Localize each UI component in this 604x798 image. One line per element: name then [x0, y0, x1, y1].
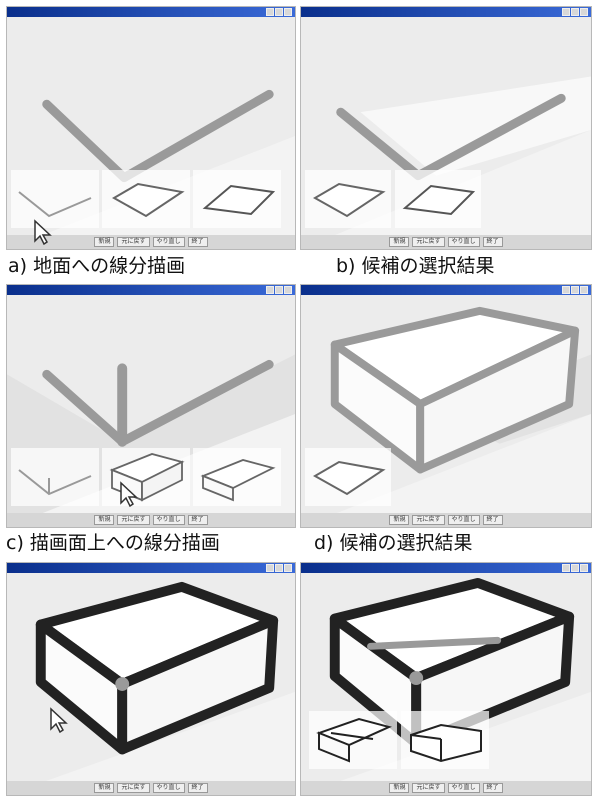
new-button[interactable]: 新規 — [94, 783, 115, 793]
candidate-thumbnail[interactable] — [102, 448, 190, 506]
new-button[interactable]: 新規 — [94, 237, 115, 247]
toolbar: 新規 元に戻す やり直し 終了 — [301, 235, 591, 249]
title-bar[interactable] — [301, 563, 591, 573]
undo-button[interactable]: 元に戻す — [412, 515, 445, 525]
candidate-thumbnail[interactable] — [395, 170, 481, 228]
exit-button[interactable]: 終了 — [482, 783, 503, 793]
panel-a-window: 新規 元に戻す やり直し 終了 — [6, 6, 296, 250]
close-icon[interactable] — [580, 8, 588, 16]
redo-button[interactable]: やり直し — [447, 515, 480, 525]
candidate-thumbnail[interactable] — [102, 170, 190, 228]
close-icon[interactable] — [580, 564, 588, 572]
mouse-cursor-icon — [34, 219, 52, 245]
redo-button[interactable]: やり直し — [152, 515, 185, 525]
toolbar: 新規 元に戻す やり直し 終了 — [7, 513, 295, 527]
mouse-cursor-icon — [50, 707, 68, 733]
maximize-icon[interactable] — [571, 8, 579, 16]
new-button[interactable]: 新規 — [94, 515, 115, 525]
exit-button[interactable]: 終了 — [187, 237, 208, 247]
minimize-icon[interactable] — [562, 564, 570, 572]
title-bar[interactable] — [7, 563, 295, 573]
candidate-thumbnail[interactable] — [305, 170, 391, 228]
close-icon[interactable] — [284, 286, 292, 294]
caption-b: b) 候補の選択結果 — [336, 255, 495, 277]
close-icon[interactable] — [284, 564, 292, 572]
redo-button[interactable]: やり直し — [447, 783, 480, 793]
maximize-icon[interactable] — [571, 286, 579, 294]
panel-c-window: 新規 元に戻す やり直し 終了 — [6, 284, 296, 528]
drawing-canvas[interactable] — [7, 573, 295, 795]
candidate-thumbnail[interactable] — [401, 711, 489, 769]
panel-b-window: 新規 元に戻す やり直し 終了 — [300, 6, 592, 250]
minimize-icon[interactable] — [562, 8, 570, 16]
candidate-thumbnail[interactable] — [305, 448, 391, 506]
candidate-thumbnail[interactable] — [309, 711, 397, 769]
caption-c: c) 描画面上への線分描画 — [6, 532, 220, 554]
redo-button[interactable]: やり直し — [152, 237, 185, 247]
undo-button[interactable]: 元に戻す — [412, 237, 445, 247]
caption-d: d) 候補の選択結果 — [314, 532, 473, 554]
undo-button[interactable]: 元に戻す — [117, 237, 150, 247]
exit-button[interactable]: 終了 — [482, 237, 503, 247]
title-bar[interactable] — [7, 7, 295, 17]
maximize-icon[interactable] — [275, 564, 283, 572]
close-icon[interactable] — [580, 286, 588, 294]
close-icon[interactable] — [284, 8, 292, 16]
maximize-icon[interactable] — [275, 286, 283, 294]
title-bar[interactable] — [301, 7, 591, 17]
new-button[interactable]: 新規 — [389, 515, 410, 525]
new-button[interactable]: 新規 — [389, 783, 410, 793]
maximize-icon[interactable] — [275, 8, 283, 16]
redo-button[interactable]: やり直し — [447, 237, 480, 247]
caption-a: a) 地面への線分描画 — [8, 255, 186, 277]
panel-f-window: 新規 元に戻す やり直し 終了 — [300, 562, 592, 796]
toolbar: 新規 元に戻す やり直し 終了 — [301, 513, 591, 527]
toolbar: 新規 元に戻す やり直し 終了 — [7, 781, 295, 795]
candidate-thumbnail[interactable] — [11, 448, 99, 506]
exit-button[interactable]: 終了 — [482, 515, 503, 525]
minimize-icon[interactable] — [266, 8, 274, 16]
undo-button[interactable]: 元に戻す — [412, 783, 445, 793]
toolbar: 新規 元に戻す やり直し 終了 — [301, 781, 591, 795]
exit-button[interactable]: 終了 — [187, 783, 208, 793]
panel-e-window: 新規 元に戻す やり直し 終了 — [6, 562, 296, 796]
mouse-cursor-icon — [120, 481, 138, 507]
maximize-icon[interactable] — [571, 564, 579, 572]
panel-d-window: 新規 元に戻す やり直し 終了 — [300, 284, 592, 528]
new-button[interactable]: 新規 — [389, 237, 410, 247]
minimize-icon[interactable] — [562, 286, 570, 294]
title-bar[interactable] — [301, 285, 591, 295]
redo-button[interactable]: やり直し — [152, 783, 185, 793]
undo-button[interactable]: 元に戻す — [117, 783, 150, 793]
undo-button[interactable]: 元に戻す — [117, 515, 150, 525]
minimize-icon[interactable] — [266, 564, 274, 572]
candidate-thumbnail[interactable] — [193, 170, 281, 228]
candidate-thumbnail[interactable] — [193, 448, 281, 506]
title-bar[interactable] — [7, 285, 295, 295]
exit-button[interactable]: 終了 — [187, 515, 208, 525]
minimize-icon[interactable] — [266, 286, 274, 294]
